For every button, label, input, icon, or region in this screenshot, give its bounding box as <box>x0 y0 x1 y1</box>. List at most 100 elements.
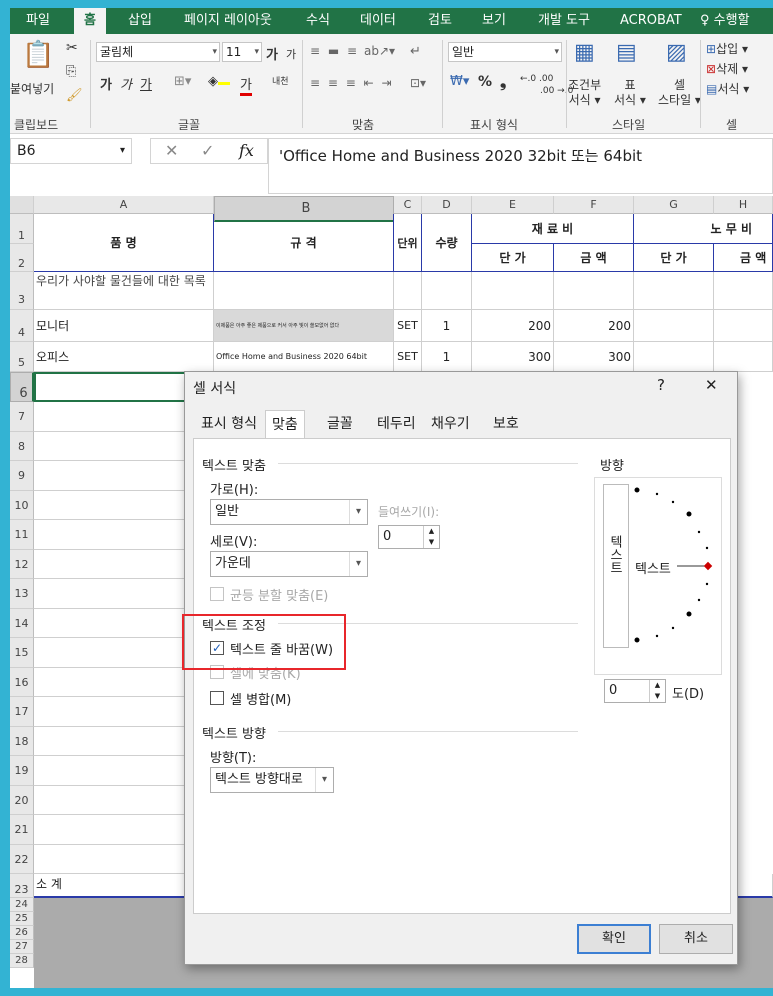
italic-button[interactable]: 가 <box>120 74 132 93</box>
header-labor-cost[interactable]: 노 무 비 <box>634 214 773 244</box>
row-header[interactable]: 3 <box>10 272 34 310</box>
row-header[interactable]: 9 <box>10 461 34 491</box>
tab-file[interactable]: 파일 <box>26 8 50 34</box>
indent-spinner[interactable]: 0 ▲ ▼ <box>378 525 440 549</box>
paste-icon[interactable]: 📋 <box>22 40 54 70</box>
cell-h4[interactable] <box>714 310 773 342</box>
header-spec[interactable]: 규 격 <box>214 214 394 272</box>
row-header[interactable]: 8 <box>10 432 34 461</box>
row-header[interactable]: 27 <box>10 940 34 954</box>
border-icon[interactable]: ⊞▾ <box>174 74 191 89</box>
column-header-h[interactable]: H <box>714 196 773 214</box>
phonetic-button[interactable]: 내천 <box>272 74 289 87</box>
header-unit-price[interactable]: 단 가 <box>472 244 554 272</box>
orientation-icon[interactable]: ab↗▾ <box>364 44 395 58</box>
tab-home[interactable]: 홈 <box>74 8 106 34</box>
tab-review[interactable]: 검토 <box>428 8 452 34</box>
cell-e3[interactable] <box>472 272 554 310</box>
header-amount-labor[interactable]: 금 액 <box>714 244 773 272</box>
distributed-checkbox[interactable] <box>210 587 224 601</box>
row-header[interactable]: 7 <box>10 402 34 432</box>
row-header[interactable]: 20 <box>10 786 34 815</box>
percent-button[interactable]: % <box>478 74 492 90</box>
orientation-dial[interactable]: 텍스트 <box>629 484 715 648</box>
conditional-format-button[interactable]: 조건부 서식 ▾ <box>568 78 601 108</box>
ok-button[interactable]: 확인 <box>577 924 651 954</box>
header-item-name[interactable]: 품 명 <box>34 214 214 272</box>
column-header-f[interactable]: F <box>554 196 634 214</box>
tab-formulas[interactable]: 수식 <box>306 8 330 34</box>
header-unit-price-labor[interactable]: 단 가 <box>634 244 714 272</box>
bold-button[interactable]: 가 <box>100 74 112 93</box>
fill-color-icon[interactable]: ◈ <box>208 74 230 89</box>
tab-acrobat[interactable]: ACROBAT <box>620 8 682 34</box>
dialog-tab-protection[interactable]: 보호 <box>487 410 525 438</box>
dialog-tab-alignment[interactable]: 맞춤 <box>265 410 305 438</box>
cell-g4[interactable] <box>634 310 714 342</box>
cell-c5[interactable]: SET <box>394 342 422 372</box>
direction-select[interactable]: 텍스트 방향대로 ▾ <box>210 767 334 793</box>
cancel-entry-icon[interactable]: ✕ <box>165 141 178 160</box>
vertical-text-button[interactable]: 텍스트 <box>603 484 629 648</box>
row-header[interactable]: 1 <box>10 214 34 244</box>
cell-a3[interactable]: 우리가 사야할 물건들에 대한 목록 <box>34 272 214 310</box>
cell-e4[interactable]: 200 <box>472 310 554 342</box>
dialog-tab-number[interactable]: 표시 형식 <box>195 410 263 438</box>
tab-page-layout[interactable]: 페이지 레이아웃 <box>184 8 272 34</box>
cell-f3[interactable] <box>554 272 634 310</box>
underline-button[interactable]: 가 <box>140 74 152 93</box>
column-header-e[interactable]: E <box>472 196 554 214</box>
align-top-icons[interactable]: ≡ ▬ ≡ <box>310 44 359 58</box>
vertical-select[interactable]: 가운데 ▾ <box>210 551 368 577</box>
row-header[interactable]: 11 <box>10 520 34 550</box>
copy-icon[interactable]: ⎘ <box>66 64 76 79</box>
tab-data[interactable]: 데이터 <box>360 8 396 34</box>
paste-button[interactable]: 붙여넣기 <box>10 80 54 97</box>
cell-e5[interactable]: 300 <box>472 342 554 372</box>
tab-insert[interactable]: 삽입 <box>128 8 152 34</box>
format-cells-button[interactable]: ▤서식 ▾ <box>706 80 749 97</box>
currency-icon[interactable]: ₩▾ <box>450 74 469 89</box>
row-header[interactable]: 14 <box>10 609 34 638</box>
grow-font-button[interactable]: 가 <box>266 44 278 63</box>
row-header[interactable]: 19 <box>10 756 34 786</box>
header-material-cost[interactable]: 재 료 비 <box>472 214 634 244</box>
cut-icon[interactable]: ✂ <box>66 40 78 56</box>
name-box[interactable]: B6 ▾ <box>10 138 132 164</box>
dialog-tab-fill[interactable]: 채우기 <box>425 410 476 438</box>
increase-decimal-button[interactable]: ←.0 .00 <box>520 74 553 84</box>
tab-view[interactable]: 보기 <box>482 8 506 34</box>
column-header-d[interactable]: D <box>422 196 472 214</box>
row-header[interactable]: 26 <box>10 926 34 940</box>
cell-f5[interactable]: 300 <box>554 342 634 372</box>
row-header[interactable]: 12 <box>10 550 34 579</box>
column-header-c[interactable]: C <box>394 196 422 214</box>
format-table-icon[interactable]: ▤ <box>616 40 637 65</box>
insert-cells-button[interactable]: ⊞삽입 ▾ <box>706 40 748 57</box>
cell-c3[interactable] <box>394 272 422 310</box>
dialog-tab-border[interactable]: 테두리 <box>371 410 422 438</box>
shrink-font-button[interactable]: 가 <box>286 46 296 62</box>
row-header[interactable]: 23 <box>10 874 34 898</box>
row-header[interactable]: 25 <box>10 912 34 926</box>
close-icon[interactable]: ✕ <box>705 376 718 394</box>
tell-me-search[interactable]: ♀ 수행할 <box>700 8 750 34</box>
cell-d5[interactable]: 1 <box>422 342 472 372</box>
cell-g3[interactable] <box>634 272 714 310</box>
row-header[interactable]: 17 <box>10 697 34 727</box>
cell-styles-button[interactable]: 셀 스타일 ▾ <box>658 78 701 108</box>
column-header-g[interactable]: G <box>634 196 714 214</box>
confirm-entry-icon[interactable]: ✓ <box>201 141 214 160</box>
formula-input[interactable]: 'Office Home and Business 2020 32bit 또는 … <box>268 138 773 194</box>
font-name-select[interactable]: 굴림체 ▾ <box>96 42 220 62</box>
row-header[interactable]: 10 <box>10 491 34 520</box>
cell-b3[interactable] <box>214 272 394 310</box>
cell-styles-icon[interactable]: ▨ <box>666 40 687 65</box>
dialog-tab-font[interactable]: 글꼴 <box>321 410 359 438</box>
cell-g5[interactable] <box>634 342 714 372</box>
cancel-button[interactable]: 취소 <box>659 924 733 954</box>
row-header[interactable]: 4 <box>10 310 34 342</box>
cell-h5[interactable] <box>714 342 773 372</box>
row-header[interactable]: 16 <box>10 668 34 697</box>
merge-center-icon[interactable]: ⊡▾ <box>410 76 426 90</box>
